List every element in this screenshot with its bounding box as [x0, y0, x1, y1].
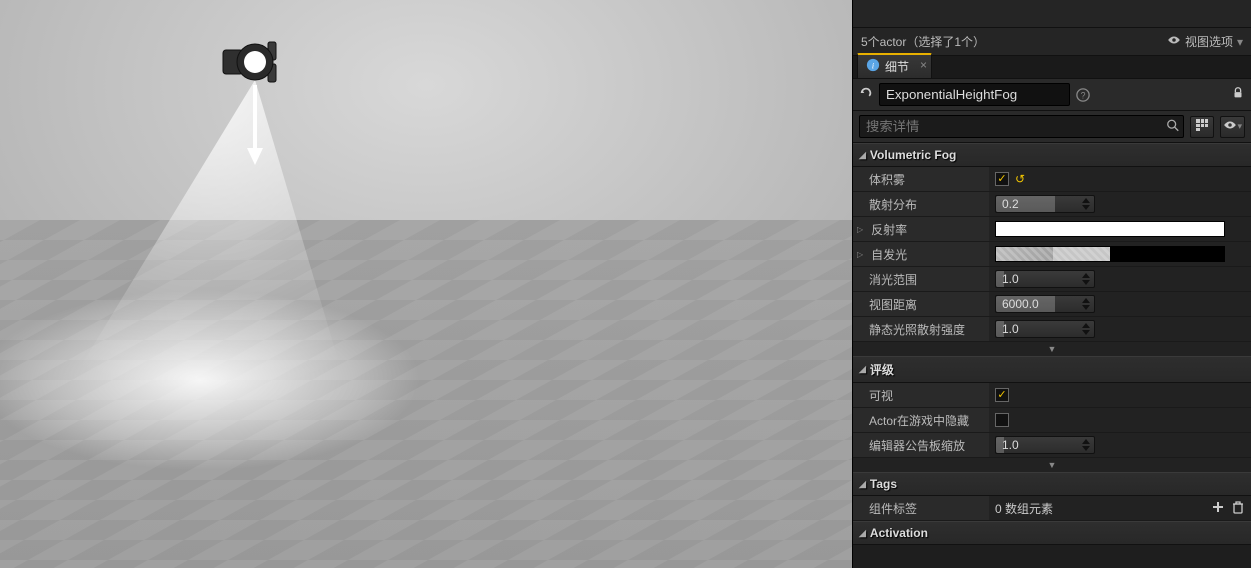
label-emissive[interactable]: 自发光: [853, 242, 989, 266]
color-albedo[interactable]: [995, 221, 1225, 237]
trash-icon[interactable]: [1231, 500, 1245, 517]
grid-icon: [1195, 118, 1209, 135]
label-billboard-scale: 编辑器公告板缩放: [853, 433, 989, 457]
filter-visibility-button[interactable]: ▾: [1220, 116, 1245, 138]
chevron-down-icon: ▾: [1237, 121, 1242, 132]
checkbox-volumetric-fog[interactable]: [995, 172, 1009, 186]
eye-icon: [1167, 33, 1181, 50]
spotlight-gizmo-icon[interactable]: [215, 32, 295, 92]
label-albedo[interactable]: 反射率: [853, 217, 989, 241]
tab-details[interactable]: i 细节 ×: [857, 53, 932, 78]
color-emissive[interactable]: [995, 246, 1225, 262]
expand-arrow[interactable]: ▼: [853, 458, 1251, 472]
label-volumetric-fog: 体积雾: [853, 167, 989, 191]
section-volumetric-fog[interactable]: ◢ Volumetric Fog: [853, 143, 1251, 167]
section-activation[interactable]: ◢ Activation: [853, 521, 1251, 545]
close-icon[interactable]: ×: [920, 58, 927, 72]
sync-icon[interactable]: [859, 86, 873, 103]
search-icon[interactable]: [1166, 118, 1180, 135]
label-extinction: 消光范围: [853, 267, 989, 291]
section-tags[interactable]: ◢ Tags: [853, 472, 1251, 496]
spin-static-scatter[interactable]: 1.0: [995, 320, 1095, 338]
triangle-down-icon: ◢: [859, 479, 866, 490]
expand-arrow[interactable]: ▼: [853, 342, 1251, 356]
details-panel: 5个actor（选择了1个） 视图选项 ▾ i 细节 ×: [852, 0, 1251, 568]
checkbox-hidden-in-game[interactable]: [995, 413, 1009, 427]
viewport-3d[interactable]: [0, 0, 852, 568]
label-static-scatter: 静态光照散射强度: [853, 317, 989, 341]
eye-icon: [1223, 118, 1237, 135]
reset-icon[interactable]: ↺: [1015, 172, 1025, 186]
property-matrix-button[interactable]: [1190, 116, 1214, 138]
search-input[interactable]: [859, 115, 1184, 138]
spin-view-distance[interactable]: 6000.0: [995, 295, 1095, 313]
label-view-distance: 视图距离: [853, 292, 989, 316]
view-options-button[interactable]: 视图选项 ▾: [1167, 33, 1243, 50]
array-count: 0 数组元素: [995, 500, 1053, 517]
help-icon[interactable]: ?: [1076, 88, 1090, 102]
info-icon: i: [866, 58, 880, 75]
plus-icon[interactable]: [1211, 500, 1225, 517]
label-hidden-in-game: Actor在游戏中隐藏: [853, 408, 989, 432]
spin-scatter-dist[interactable]: 0.2: [995, 195, 1095, 213]
section-rendering[interactable]: ◢ 评级: [853, 356, 1251, 383]
label-visible: 可视: [853, 383, 989, 407]
triangle-down-icon: ◢: [859, 150, 866, 161]
label-scatter-dist: 散射分布: [853, 192, 989, 216]
lock-icon[interactable]: [1231, 86, 1245, 103]
triangle-down-icon: ◢: [859, 528, 866, 539]
actor-name-input[interactable]: [879, 83, 1070, 106]
actor-count-label: 5个actor（选择了1个）: [861, 33, 985, 50]
checkbox-visible[interactable]: [995, 388, 1009, 402]
triangle-down-icon: ◢: [859, 364, 866, 375]
svg-text:?: ?: [1081, 90, 1086, 100]
spin-extinction[interactable]: 1.0: [995, 270, 1095, 288]
label-comp-tags: 组件标签: [853, 496, 989, 520]
chevron-down-icon: ▾: [1237, 35, 1243, 49]
spin-billboard-scale[interactable]: 1.0: [995, 436, 1095, 454]
